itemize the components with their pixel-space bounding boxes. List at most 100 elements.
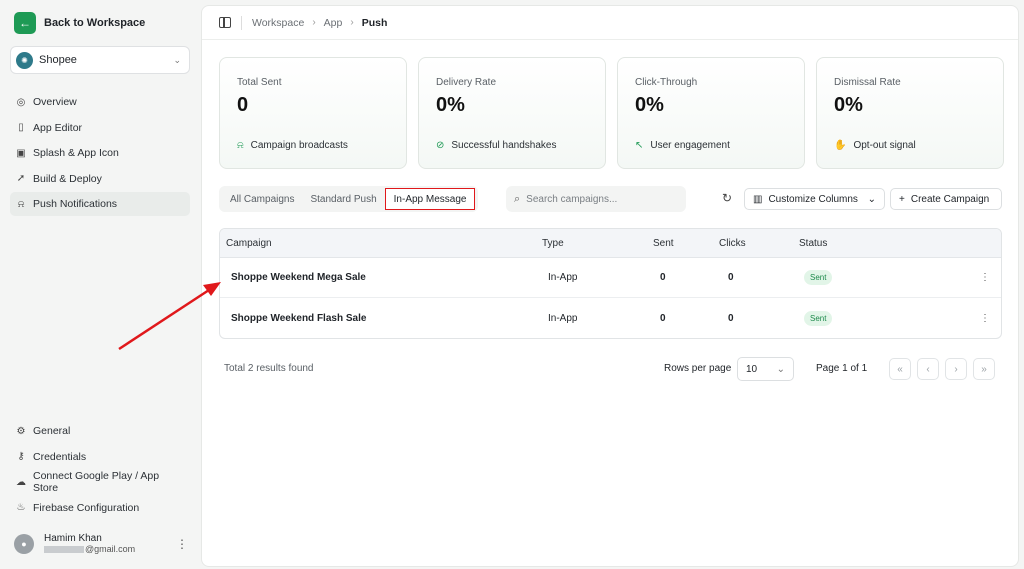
table-row[interactable]: Shoppe Weekend Flash Sale In-App 0 0 Sen… [220, 298, 1001, 338]
sidebar-item-credentials[interactable]: ⚷ Credentials [10, 445, 190, 469]
stat-label: Click-Through [635, 77, 698, 88]
stat-card-delivery-rate: Delivery Rate 0% ⊘ Successful handshakes [418, 57, 606, 169]
topbar: Workspace › App › Push [202, 6, 1018, 40]
rows-per-page-select[interactable]: 10 ⌄ [737, 357, 794, 381]
cloud-icon: ☁ [16, 476, 26, 488]
cell-clicks: 0 [728, 312, 734, 324]
user-profile[interactable]: ● Hamim Khan @gmail.com ⋮ [14, 533, 188, 554]
toolbar: All Campaigns Standard Push In-App Messa… [219, 186, 1002, 212]
user-email-suffix: @gmail.com [85, 544, 136, 554]
stat-foot-text: User engagement [650, 140, 730, 151]
sidebar-item-overview[interactable]: ◎ Overview [10, 90, 190, 114]
main-panel: Workspace › App › Push Total Sent 0 ⍾ Ca… [201, 5, 1019, 567]
stat-foot-text: Campaign broadcasts [250, 140, 348, 151]
gauge-icon: ◎ [16, 96, 26, 108]
first-page-icon[interactable]: « [889, 358, 911, 380]
sidebar-item-connect-stores[interactable]: ☁ Connect Google Play / App Store [10, 470, 190, 494]
customize-columns-button[interactable]: ▥ Customize Columns ⌄ [744, 188, 885, 210]
check-circle-icon: ⊘ [436, 140, 445, 151]
stat-foot: ✋ Opt-out signal [834, 140, 916, 151]
more-vertical-icon[interactable]: ⋮ [969, 272, 1001, 283]
app-name: Shopee [39, 54, 77, 66]
cell-campaign: Shoppe Weekend Flash Sale [231, 312, 367, 324]
bell-icon: ⍾ [237, 140, 244, 151]
cell-clicks: 0 [728, 272, 734, 283]
phone-icon: ▯ [18, 122, 24, 134]
create-campaign-label: Create Campaign [910, 193, 990, 205]
sidebar-item-splash[interactable]: ▣ Splash & App Icon [10, 141, 190, 165]
plus-icon: + [899, 193, 905, 205]
sidebar-nav-bottom: ⚙ General ⚷ Credentials ☁ Connect Google… [10, 419, 190, 521]
sidebar-item-app-editor[interactable]: ▯ App Editor [10, 116, 190, 140]
user-name: Hamim Khan [44, 533, 102, 544]
col-status[interactable]: Status [799, 238, 969, 249]
columns-icon: ▥ [753, 193, 763, 205]
chevron-right-icon: › [350, 17, 354, 28]
gear-icon: ⚙ [16, 425, 26, 437]
tab-all-campaigns[interactable]: All Campaigns [222, 188, 302, 210]
sidebar-item-label: Overview [33, 96, 77, 108]
chevron-right-icon: › [312, 17, 316, 28]
cell-type: In-App [548, 272, 578, 283]
sidebar-item-label: Connect Google Play / App Store [33, 470, 160, 495]
tab-standard-push[interactable]: Standard Push [302, 188, 384, 210]
col-sent[interactable]: Sent [653, 238, 719, 249]
stat-foot: ↖ User engagement [635, 140, 730, 151]
cell-status: Sent [799, 310, 969, 326]
stat-label: Delivery Rate [436, 77, 497, 88]
pagination-footer: Total 2 results found Rows per page 10 ⌄… [219, 357, 1001, 381]
sidebar-toggle-icon[interactable] [219, 17, 231, 28]
bell-icon: ⍾ [17, 198, 25, 210]
last-page-icon[interactable]: » [973, 358, 995, 380]
sidebar-nav: ◎ Overview ▯ App Editor ▣ Splash & App I… [10, 90, 190, 217]
tab-in-app-message[interactable]: In-App Message [384, 188, 476, 210]
create-campaign-button[interactable]: + Create Campaign [890, 188, 1002, 210]
prev-page-icon[interactable]: ‹ [917, 358, 939, 380]
sidebar-item-firebase[interactable]: ♨ Firebase Configuration [10, 496, 190, 520]
cell-status: Sent [799, 270, 969, 285]
hand-icon: ✋ [834, 140, 847, 151]
sidebar-item-label: Build & Deploy [33, 172, 102, 185]
col-type[interactable]: Type [542, 238, 653, 249]
stat-foot-text: Opt-out signal [853, 140, 916, 151]
divider [241, 15, 242, 30]
sidebar-item-general[interactable]: ⚙ General [10, 419, 190, 443]
back-label: Back to Workspace [44, 17, 146, 29]
sidebar-item-push-notifications[interactable]: ⍾ Push Notifications [10, 192, 190, 217]
email-redaction [44, 545, 84, 553]
app-logo-icon: ✺ [16, 51, 33, 69]
chevron-down-icon: ⌄ [776, 363, 785, 375]
sidebar-item-build[interactable]: ➚ Build & Deploy [10, 167, 190, 191]
cell-campaign: Shoppe Weekend Mega Sale [231, 272, 366, 283]
search-input[interactable] [526, 193, 667, 205]
sidebar-item-label: General [33, 425, 71, 437]
more-vertical-icon[interactable]: ⋮ [969, 313, 1001, 324]
sidebar-item-label: App Editor [33, 121, 83, 134]
table-row[interactable]: Shoppe Weekend Mega Sale In-App 0 0 Sent… [220, 258, 1001, 298]
sidebar-item-label: Firebase Configuration [33, 501, 140, 514]
breadcrumb-workspace[interactable]: Workspace [252, 17, 304, 29]
image-icon: ▣ [16, 147, 26, 159]
more-vertical-icon[interactable]: ⋮ [176, 537, 188, 551]
next-page-icon[interactable]: › [945, 358, 967, 380]
rows-per-page-value: 10 [746, 363, 758, 375]
refresh-icon[interactable]: ↻ [722, 191, 732, 205]
results-count: Total 2 results found [224, 363, 314, 374]
stat-label: Total Sent [237, 77, 282, 88]
col-clicks[interactable]: Clicks [719, 238, 799, 249]
campaigns-table: Campaign Type Sent Clicks Status Shoppe … [219, 228, 1002, 339]
sidebar-item-label: Splash & App Icon [33, 147, 119, 160]
breadcrumb-app[interactable]: App [324, 17, 343, 29]
app-selector[interactable]: ✺ Shopee ⌄ [10, 46, 190, 74]
avatar: ● [14, 533, 34, 554]
arrow-left-icon: ← [14, 12, 36, 34]
cursor-icon: ↖ [635, 140, 644, 151]
col-campaign[interactable]: Campaign [220, 238, 542, 249]
fire-icon: ♨ [16, 502, 26, 514]
stat-label: Dismissal Rate [834, 77, 901, 88]
cell-sent: 0 [660, 272, 666, 283]
cell-sent: 0 [660, 312, 666, 324]
stat-card-dismissal-rate: Dismissal Rate 0% ✋ Opt-out signal [816, 57, 1004, 169]
back-to-workspace-button[interactable]: ← Back to Workspace [14, 10, 190, 36]
user-email: @gmail.com [44, 544, 166, 554]
